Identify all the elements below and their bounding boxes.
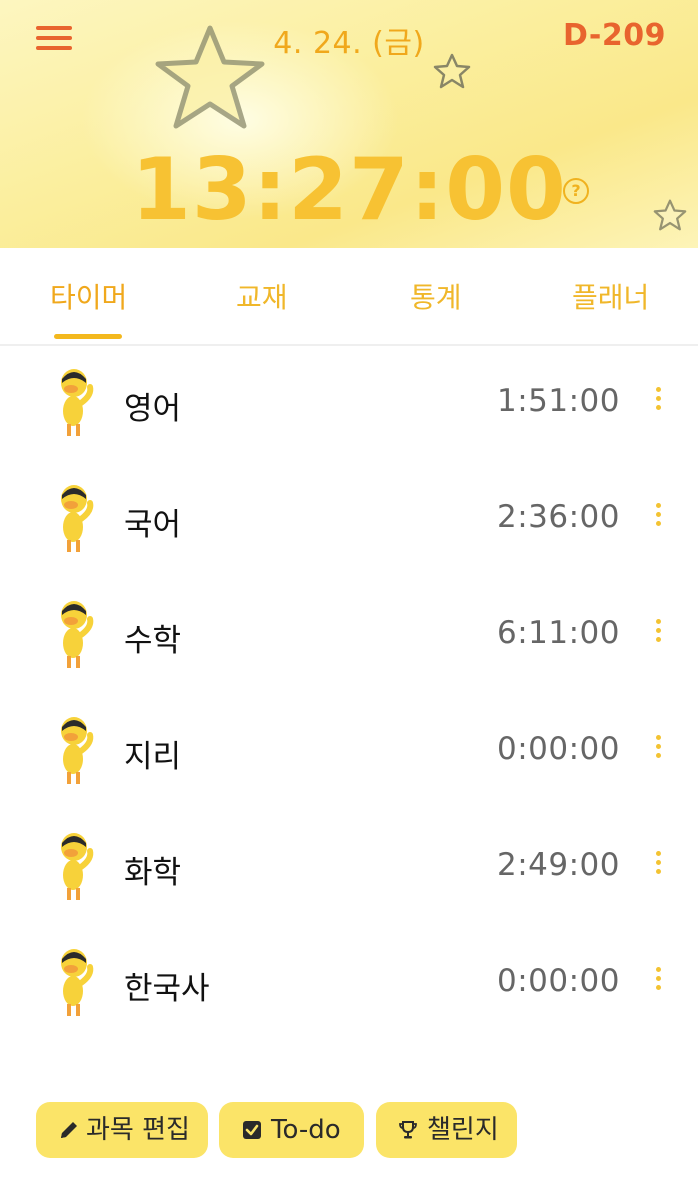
more-options-icon[interactable]: [652, 501, 664, 531]
duck-avatar-icon: [61, 717, 94, 784]
bottom-action-bar: 과목 편집 To-do 챌린지: [0, 1102, 698, 1162]
trophy-icon: [399, 1121, 417, 1139]
subject-name: 화학: [124, 855, 182, 891]
subject-time: 0:00:00: [496, 963, 620, 999]
timer-screen: 4. 24. (금) D-209 13:27:00 ? 타이머 교재 통계 플래…: [0, 0, 698, 1200]
challenge-button[interactable]: 챌린지: [376, 1102, 517, 1158]
tab-planner[interactable]: 플래너: [572, 276, 649, 316]
edit-subjects-label: 과목 편집: [86, 1115, 190, 1145]
subject-time: 6:11:00: [496, 615, 620, 651]
active-tab-indicator: [54, 334, 122, 339]
duck-avatar-icon: [61, 601, 94, 668]
dday-counter[interactable]: D-209: [563, 18, 666, 53]
subject-row[interactable]: 한국사 0:00:00: [0, 925, 698, 1041]
subject-time: 0:00:00: [496, 731, 620, 767]
subject-name: 영어: [124, 391, 182, 427]
more-options-icon[interactable]: [652, 849, 664, 879]
tab-textbook[interactable]: 교재: [236, 276, 288, 316]
todo-label: To-do: [271, 1115, 341, 1145]
menu-icon[interactable]: [36, 24, 74, 52]
challenge-label: 챌린지: [427, 1115, 499, 1145]
duck-avatar-icon: [61, 485, 94, 552]
more-options-icon[interactable]: [652, 385, 664, 415]
duck-avatar-icon: [61, 369, 94, 436]
subject-name: 한국사: [124, 971, 210, 1007]
header: 4. 24. (금) D-209 13:27:00 ?: [0, 0, 698, 248]
more-options-icon[interactable]: [652, 617, 664, 647]
subject-row[interactable]: 수학 6:11:00: [0, 577, 698, 693]
tab-timer[interactable]: 타이머: [50, 276, 127, 316]
subject-row[interactable]: 지리 0:00:00: [0, 693, 698, 809]
subject-time: 2:49:00: [496, 847, 620, 883]
subject-time: 2:36:00: [496, 499, 620, 535]
subject-name: 국어: [124, 507, 182, 543]
subject-row[interactable]: 화학 2:49:00: [0, 809, 698, 925]
duck-avatar-icon: [61, 949, 94, 1016]
pencil-icon: [61, 1122, 77, 1138]
more-options-icon[interactable]: [652, 965, 664, 995]
todo-button[interactable]: To-do: [219, 1102, 364, 1158]
subject-name: 수학: [124, 623, 182, 659]
checkbox-icon: [243, 1121, 261, 1139]
tab-bar: 타이머 교재 통계 플래너: [0, 248, 698, 346]
subject-name: 지리: [124, 739, 182, 775]
total-study-time: 13:27:00: [131, 140, 567, 240]
subject-time: 1:51:00: [496, 383, 620, 419]
edit-subjects-button[interactable]: 과목 편집: [36, 1102, 208, 1158]
duck-avatar-icon: [61, 833, 94, 900]
date-label: 4. 24. (금): [273, 26, 425, 61]
help-icon[interactable]: ?: [563, 178, 589, 204]
subject-row[interactable]: 영어 1:51:00: [0, 345, 698, 461]
subject-row[interactable]: 국어 2:36:00: [0, 461, 698, 577]
more-options-icon[interactable]: [652, 733, 664, 763]
tab-stats[interactable]: 통계: [410, 276, 462, 316]
